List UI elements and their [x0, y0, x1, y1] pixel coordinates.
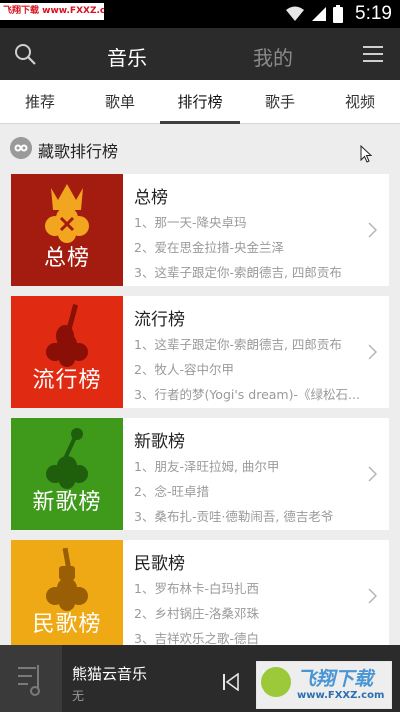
- watermark-bottom: 飞翔下载 www.FXXZ.com: [256, 661, 392, 709]
- watermark-brand: 飞翔下载: [297, 668, 374, 690]
- chevron-right-icon: [368, 222, 377, 238]
- chart-name: 流行榜: [134, 310, 185, 330]
- status-time: 5:19: [355, 3, 392, 24]
- search-icon[interactable]: [14, 43, 36, 65]
- chart-cover-label: 民歌榜: [32, 612, 102, 637]
- tab-videos[interactable]: 视频: [320, 80, 400, 124]
- chart-cover-label: 新歌榜: [32, 490, 102, 515]
- app-bar: 音乐 我的: [0, 28, 400, 80]
- active-tab-indicator: [160, 121, 240, 124]
- chart-song-2: 2、乡村锅庄-洛桑邓珠: [134, 606, 259, 621]
- chart-song-2: 2、牧人-容中尔甲: [134, 362, 234, 377]
- tab-singers[interactable]: 歌手: [240, 80, 320, 124]
- chart-cover-label: 总榜: [43, 246, 90, 271]
- chart-song-1: 1、这辈子跟定你-索朗德吉, 四郎贡布: [134, 337, 342, 352]
- watermark-logo-icon: [261, 667, 291, 697]
- chart-song-2: 2、念-旺卓措: [134, 484, 209, 499]
- status-bar: 飞翔下载 www.FXXZ.com 5:19: [0, 0, 400, 28]
- chart-song-3: 3、这辈子跟定你-索朗德吉, 四郎贡布: [134, 265, 342, 280]
- signal-icon: [312, 7, 327, 21]
- chart-song-1: 1、罗布林卡-白玛扎西: [134, 581, 259, 596]
- player-title: 熊猫云音乐: [72, 665, 148, 683]
- playlist-music-icon[interactable]: [0, 645, 62, 712]
- chart-card-pop[interactable]: 流行榜 流行榜 1、这辈子跟定你-索朗德吉, 四郎贡布 2、牧人-容中尔甲 3、…: [11, 296, 389, 408]
- chart-cover-pop: 流行榜: [11, 296, 123, 408]
- tab-playlists[interactable]: 歌单: [80, 80, 160, 124]
- chart-card-new[interactable]: 新歌榜 新歌榜 1、朋友-泽旺拉姆, 曲尔甲 2、念-旺卓措 3、桑布扎-贡哇·…: [11, 418, 389, 530]
- chart-song-1: 1、那一天-降央卓玛: [134, 215, 247, 230]
- tab-mine[interactable]: 我的: [242, 42, 304, 71]
- chart-cover-total: 总榜: [11, 174, 123, 286]
- chevron-right-icon: [368, 344, 377, 360]
- player-subtitle: 无: [72, 689, 85, 703]
- watermark-top: 飞翔下载 www.FXXZ.com: [0, 3, 104, 20]
- chart-name: 新歌榜: [134, 432, 185, 452]
- previous-icon[interactable]: [222, 673, 240, 691]
- chart-name: 民歌榜: [134, 554, 185, 574]
- mouse-cursor-icon: [360, 145, 372, 163]
- section-logo-icon: [10, 137, 32, 159]
- chart-cover-label: 流行榜: [32, 368, 102, 393]
- chart-song-2: 2、爱在思金拉措-央金兰泽: [134, 240, 284, 255]
- chart-cover-new: 新歌榜: [11, 418, 123, 530]
- chart-name: 总榜: [134, 188, 168, 208]
- tab-music[interactable]: 音乐: [98, 42, 156, 71]
- section-header: 藏歌排行榜: [0, 128, 400, 168]
- status-icons: 5:19: [285, 0, 392, 28]
- chart-song-3: 3、行者的梦(Yogi's dream)-《绿松石...: [134, 387, 360, 402]
- category-tabs: 推荐 歌单 排行榜 歌手 视频: [0, 80, 400, 124]
- chevron-right-icon: [368, 466, 377, 482]
- chart-card-total[interactable]: 总榜 总榜 1、那一天-降央卓玛 2、爱在思金拉措-央金兰泽 3、这辈子跟定你-…: [11, 174, 389, 286]
- chart-song-1: 1、朋友-泽旺拉姆, 曲尔甲: [134, 459, 280, 474]
- chart-cover-folk: 民歌榜: [11, 540, 123, 652]
- wifi-icon: [286, 6, 305, 21]
- chart-card-folk[interactable]: 民歌榜 民歌榜 1、罗布林卡-白玛扎西 2、乡村锅庄-洛桑邓珠 3、吉祥欢乐之歌…: [11, 540, 389, 652]
- chart-song-3: 3、桑布扎-贡哇·德勒闹吾, 德吉老爷: [134, 509, 334, 524]
- watermark-url: www.FXXZ.com: [297, 690, 385, 701]
- chevron-right-icon: [368, 588, 377, 604]
- section-title: 藏歌排行榜: [38, 142, 119, 161]
- tab-recommend[interactable]: 推荐: [0, 80, 80, 124]
- tab-rankings[interactable]: 排行榜: [160, 80, 240, 124]
- battery-icon: [333, 5, 344, 23]
- menu-icon[interactable]: [363, 46, 383, 62]
